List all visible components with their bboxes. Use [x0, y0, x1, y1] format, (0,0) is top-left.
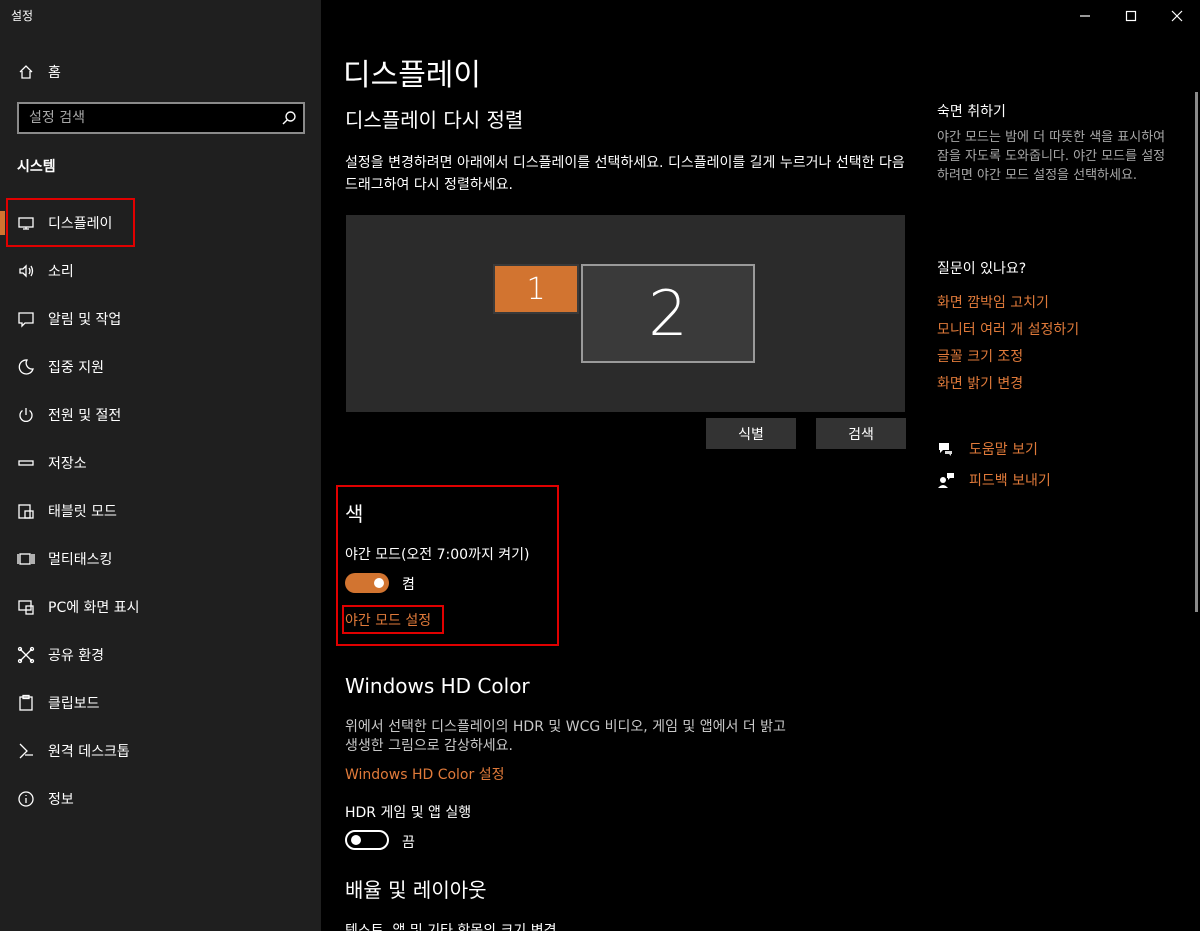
- sidebar-item-power[interactable]: 전원 및 절전: [0, 391, 321, 439]
- home-icon: [17, 63, 35, 81]
- minimize-button[interactable]: [1062, 0, 1108, 32]
- info-icon: [17, 790, 35, 808]
- sidebar-item-label: 정보: [48, 792, 74, 808]
- app-title: 설정: [11, 9, 34, 23]
- sidebar-item-label: 집중 지원: [48, 360, 104, 376]
- hd-color-description: 위에서 선택한 디스플레이의 HDR 및 WCG 비디오, 게임 및 앱에서 더…: [345, 719, 786, 754]
- night-light-label: 야간 모드(오전 7:00까지 켜기): [345, 547, 530, 563]
- sidebar-item-share[interactable]: 공유 환경: [0, 631, 321, 679]
- highlight-box-night-link: [342, 605, 444, 634]
- project-icon: [17, 598, 35, 616]
- get-help-row[interactable]: 도움말 보기: [937, 438, 1038, 460]
- multitask-icon: [17, 550, 35, 568]
- hdr-label: HDR 게임 및 앱 실행: [345, 805, 472, 821]
- maximize-button[interactable]: [1108, 0, 1154, 32]
- storage-icon: [17, 454, 35, 472]
- maximize-icon: [1125, 10, 1137, 22]
- identify-button[interactable]: 식별: [706, 418, 796, 449]
- minimize-icon: [1080, 15, 1090, 17]
- sidebar: 설정 홈 시스템 디스플레이 소리 알림 및 작업: [0, 0, 321, 931]
- scale-text-label: 텍스트, 앱 및 기타 항목의 크기 변경: [345, 923, 557, 931]
- feedback-link[interactable]: 피드백 보내기: [969, 470, 1051, 490]
- speaker-icon: [17, 262, 35, 280]
- power-icon: [17, 406, 35, 424]
- sidebar-item-label: 저장소: [48, 456, 87, 472]
- sidebar-item-label: 공유 환경: [48, 648, 104, 664]
- nav-home-label: 홈: [48, 65, 61, 81]
- color-section-title: 색: [345, 502, 364, 526]
- sidebar-item-label: 전원 및 절전: [48, 408, 122, 424]
- sidebar-item-tablet[interactable]: 태블릿 모드: [0, 487, 321, 535]
- sidebar-item-focus[interactable]: 집중 지원: [0, 343, 321, 391]
- close-button[interactable]: [1154, 0, 1200, 32]
- sidebar-item-notifications[interactable]: 알림 및 작업: [0, 295, 321, 343]
- sleep-title: 숙면 취하기: [937, 104, 1006, 120]
- sidebar-item-label: 알림 및 작업: [48, 312, 122, 328]
- sidebar-item-label: PC에 화면 표시: [48, 600, 140, 616]
- hd-color-title: Windows HD Color: [345, 674, 530, 698]
- monitor-1[interactable]: 1: [493, 264, 579, 314]
- feedback-icon: [937, 471, 955, 489]
- sidebar-item-label: 클립보드: [48, 696, 100, 712]
- hdr-toggle[interactable]: [345, 830, 389, 850]
- sidebar-item-clipboard[interactable]: 클립보드: [0, 679, 321, 727]
- moon-icon: [17, 358, 35, 376]
- toggle-knob: [374, 578, 384, 588]
- sidebar-item-sound[interactable]: 소리: [0, 247, 321, 295]
- section-header-system: 시스템: [17, 159, 56, 175]
- link-multiple-monitors[interactable]: 모니터 여러 개 설정하기: [937, 319, 1079, 339]
- message-icon: [17, 310, 35, 328]
- search-box[interactable]: [17, 102, 305, 134]
- toggle-knob: [351, 835, 361, 845]
- sidebar-item-about[interactable]: 정보: [0, 775, 321, 823]
- sidebar-item-remote[interactable]: 원격 데스크톱: [0, 727, 321, 775]
- scale-layout-title: 배율 및 레이아웃: [345, 878, 487, 902]
- clipboard-icon: [17, 694, 35, 712]
- sidebar-item-label: 원격 데스크톱: [48, 744, 130, 760]
- help-chat-icon: [937, 440, 955, 458]
- detect-button[interactable]: 검색: [816, 418, 906, 449]
- highlight-box-display: [6, 198, 135, 247]
- sidebar-item-multitasking[interactable]: 멀티태스킹: [0, 535, 321, 583]
- page-title: 디스플레이: [343, 58, 481, 93]
- monitor-2[interactable]: 2: [581, 264, 755, 363]
- link-font-size[interactable]: 글꼴 크기 조정: [937, 346, 1023, 366]
- search-icon[interactable]: [281, 110, 297, 126]
- link-brightness[interactable]: 화면 밝기 변경: [937, 373, 1023, 393]
- nav-home[interactable]: 홈: [0, 48, 321, 96]
- arrange-description: 설정을 변경하려면 아래에서 디스플레이를 선택하세요. 디스플레이를 길게 누…: [345, 155, 905, 193]
- night-light-toggle[interactable]: [345, 573, 389, 593]
- sidebar-item-project[interactable]: PC에 화면 표시: [0, 583, 321, 631]
- get-help-link[interactable]: 도움말 보기: [969, 439, 1038, 459]
- share-icon: [17, 646, 35, 664]
- close-icon: [1171, 10, 1183, 22]
- sidebar-item-label: 태블릿 모드: [48, 504, 117, 520]
- remote-icon: [17, 742, 35, 760]
- question-title: 질문이 있나요?: [937, 261, 1027, 277]
- sidebar-item-label: 멀티태스킹: [48, 552, 113, 568]
- feedback-row[interactable]: 피드백 보내기: [937, 469, 1051, 491]
- search-input[interactable]: [19, 104, 259, 132]
- arrange-title: 디스플레이 다시 정렬: [345, 108, 524, 132]
- night-light-state: 켬: [402, 577, 415, 593]
- tablet-icon: [17, 502, 35, 520]
- link-screen-flicker[interactable]: 화면 깜박임 고치기: [937, 292, 1049, 312]
- sidebar-item-storage[interactable]: 저장소: [0, 439, 321, 487]
- scrollbar[interactable]: [1195, 92, 1198, 612]
- sidebar-item-label: 소리: [48, 264, 74, 280]
- hd-color-settings-link[interactable]: Windows HD Color 설정: [345, 764, 504, 784]
- sleep-description: 야간 모드는 밤에 더 따뜻한 색을 표시하여 잠을 자도록 도와줍니다. 야간…: [937, 130, 1166, 183]
- hdr-state: 끔: [402, 835, 415, 851]
